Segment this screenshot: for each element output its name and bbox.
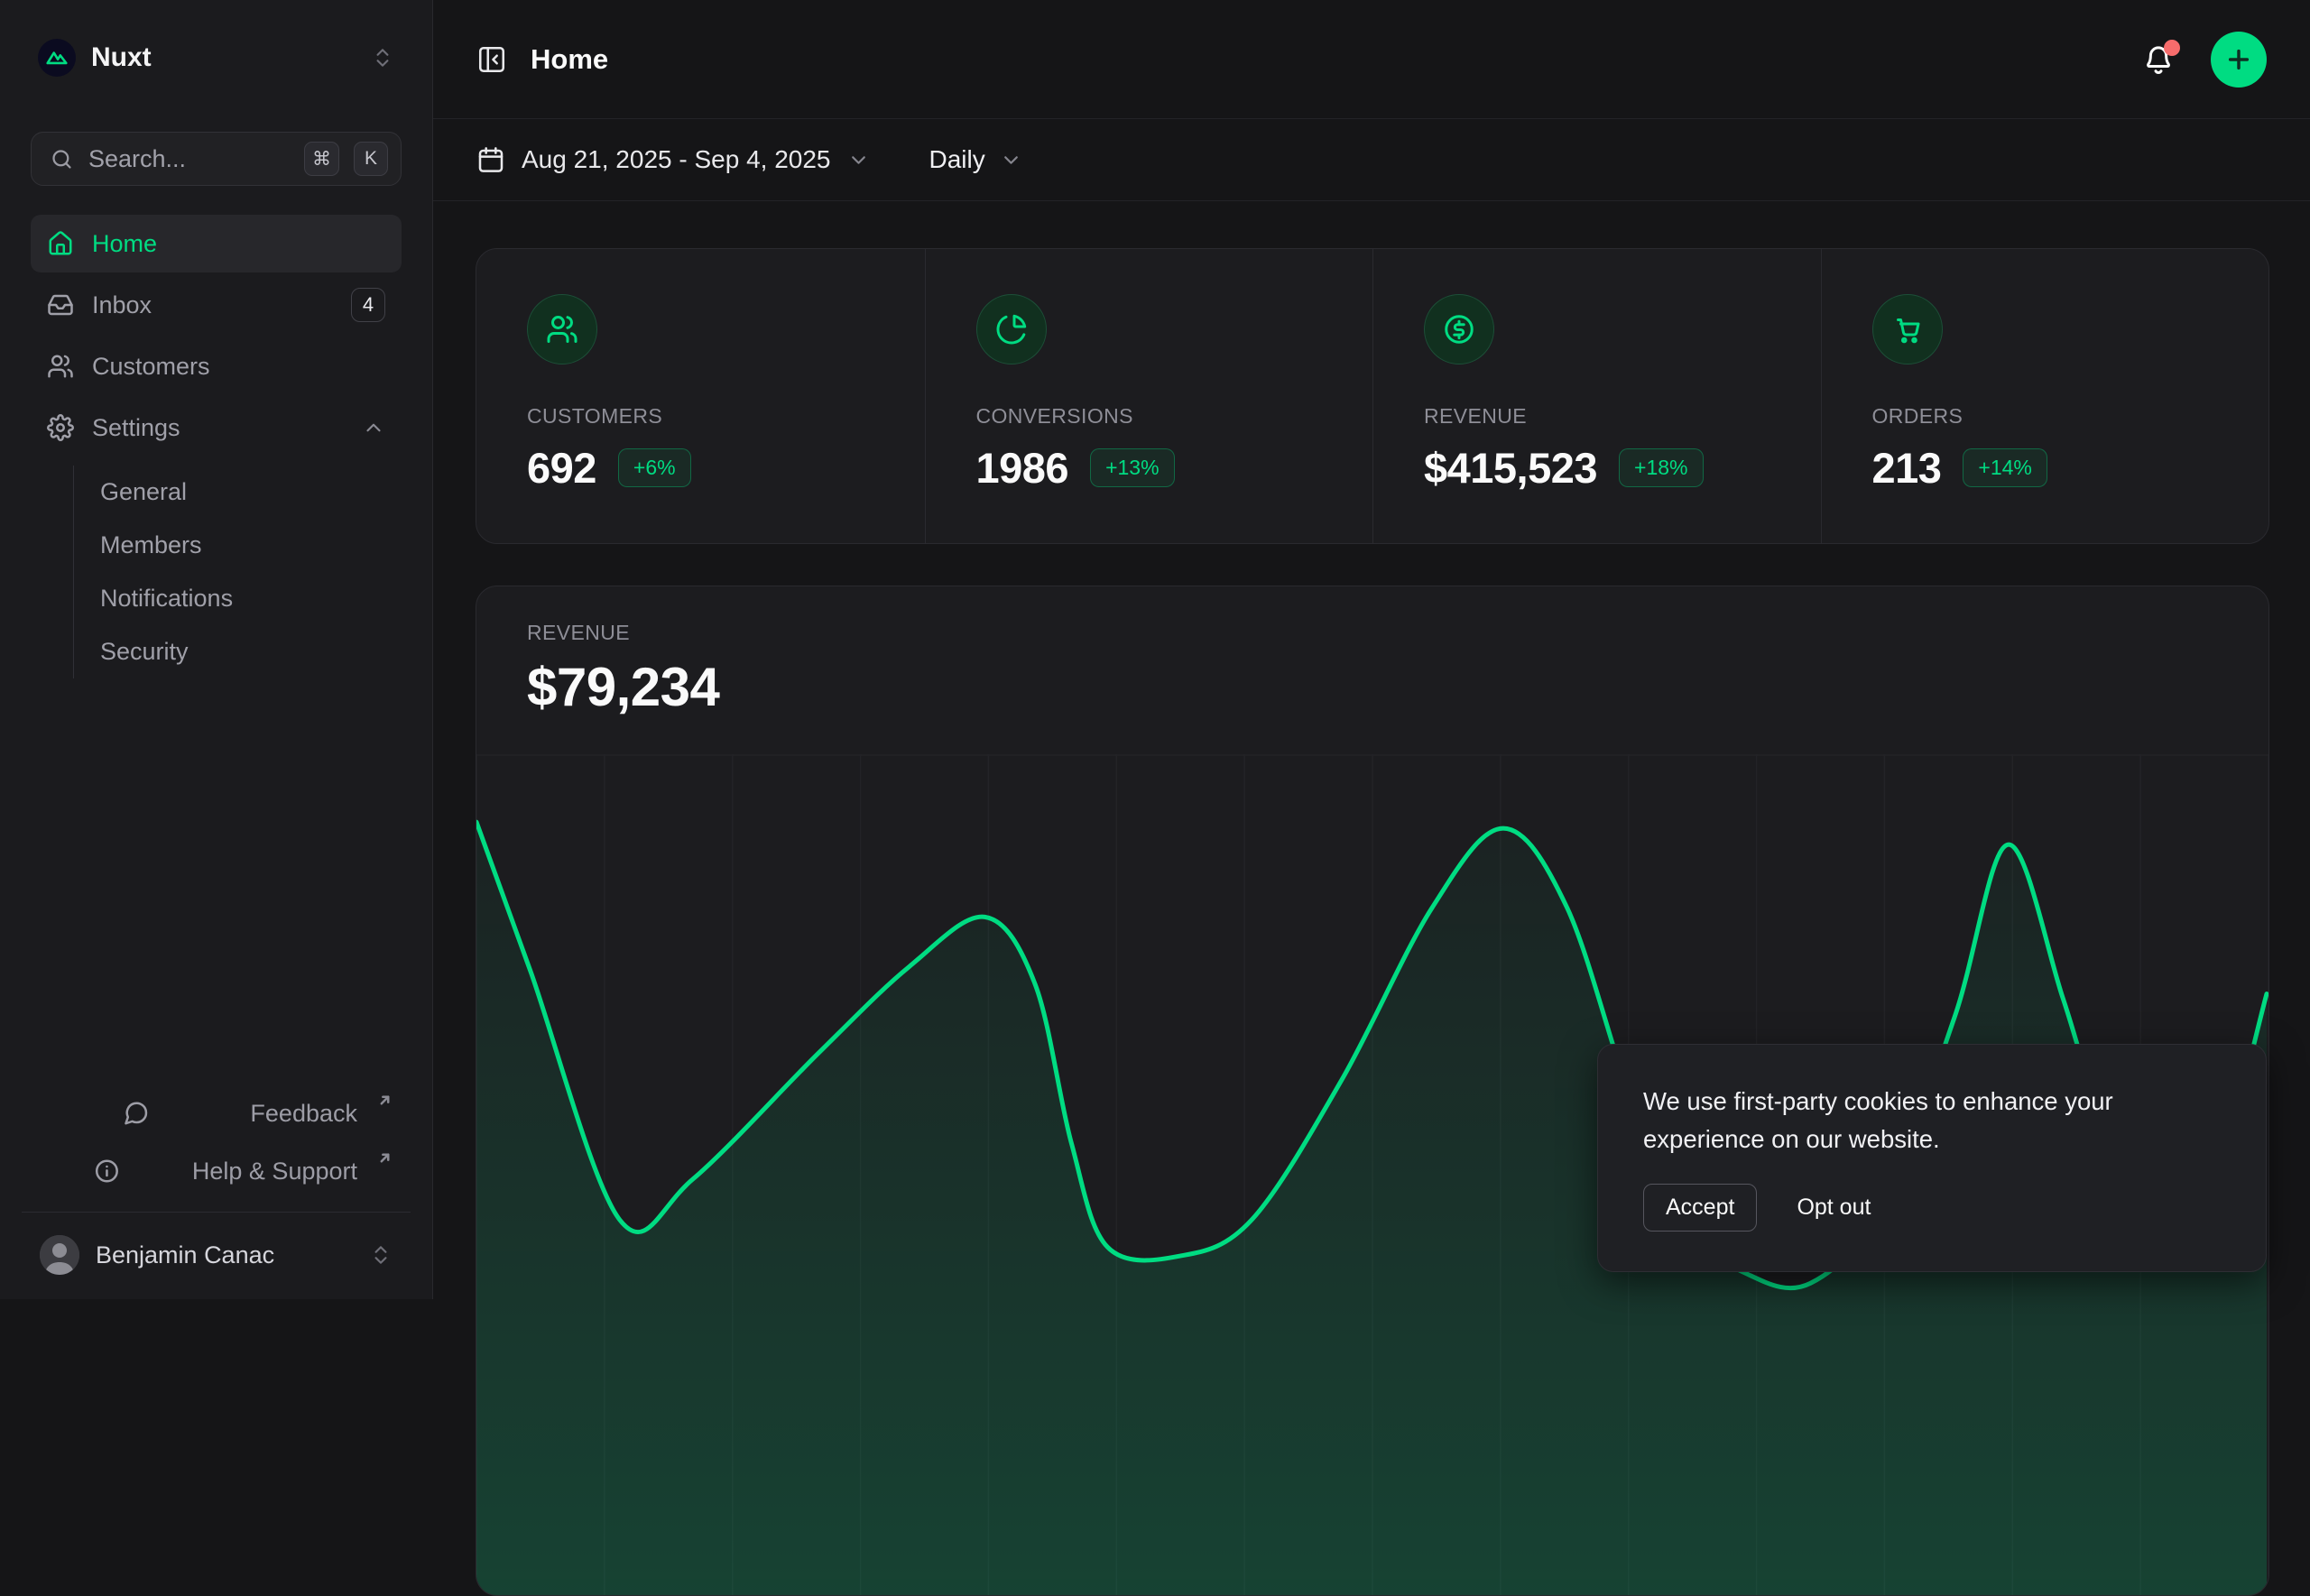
- stat-value: 213: [1872, 443, 1942, 493]
- user-name: Benjamin Canac: [96, 1241, 353, 1269]
- calendar-icon: [476, 145, 505, 174]
- stat-delta-badge: +14%: [1963, 448, 2047, 487]
- accept-button[interactable]: Accept: [1643, 1184, 1757, 1232]
- page-header: Home: [433, 0, 2310, 119]
- stat-value: 1986: [976, 443, 1069, 493]
- stat-value: 692: [527, 443, 596, 493]
- subnav-label: Security: [100, 638, 189, 666]
- external-link-icon: [377, 1150, 393, 1166]
- feedback-label: Feedback: [250, 1100, 357, 1128]
- subnav-label: Notifications: [100, 585, 233, 613]
- dashboard-content: CUSTOMERS 692 +6% CONVERSIONS 1986 +13%: [433, 201, 2310, 1299]
- revenue-chart-label: REVENUE: [527, 621, 2218, 645]
- subnav-label: Members: [100, 531, 202, 559]
- stats-row: CUSTOMERS 692 +6% CONVERSIONS 1986 +13%: [476, 248, 2269, 544]
- sidebar-item-label: Customers: [92, 353, 385, 381]
- sidebar-item-label: Home: [92, 230, 385, 258]
- external-link-icon: [377, 1093, 393, 1108]
- revenue-chart-header: REVENUE $79,234: [476, 586, 2268, 718]
- settings-subnav: General Members Notifications Security: [73, 466, 402, 678]
- sidebar-item-label: Settings: [92, 414, 344, 442]
- stat-card-conversions[interactable]: CONVERSIONS 1986 +13%: [925, 249, 1373, 543]
- message-circle-icon: [40, 1100, 232, 1127]
- sidebar-item-label: Inbox: [92, 291, 333, 319]
- sidebar-item-settings[interactable]: Settings: [31, 399, 402, 457]
- inbox-count-badge: 4: [351, 288, 385, 322]
- search-placeholder: Search...: [88, 145, 290, 173]
- stat-label: ORDERS: [1872, 404, 2219, 429]
- chevrons-up-down-icon: [371, 46, 394, 69]
- date-range-picker[interactable]: Aug 21, 2025 - Sep 4, 2025: [476, 145, 870, 174]
- help-support-link[interactable]: Help & Support: [31, 1147, 402, 1195]
- chevron-down-icon: [847, 149, 870, 171]
- sidebar-divider: [22, 1212, 411, 1213]
- sidebar-nav: Home Inbox 4 Customers Settings General …: [31, 215, 402, 678]
- main-panel: Home Aug 21, 2025 - Sep 4, 2025 Daily: [433, 0, 2310, 1299]
- users-icon: [47, 353, 74, 380]
- notification-dot: [2164, 40, 2180, 56]
- kbd-meta: ⌘: [304, 142, 339, 176]
- search-icon: [50, 147, 74, 171]
- sidebar-footer-links: Feedback Help & Support: [31, 1089, 402, 1212]
- granularity-value: Daily: [929, 145, 985, 174]
- users-icon: [527, 294, 597, 364]
- stat-card-customers[interactable]: CUSTOMERS 692 +6%: [476, 249, 925, 543]
- sidebar-item-notifications[interactable]: Notifications: [100, 572, 402, 625]
- inbox-icon: [47, 291, 74, 318]
- cookie-actions: Accept Opt out: [1643, 1184, 2221, 1232]
- add-button[interactable]: [2211, 32, 2267, 88]
- cookie-message: We use first-party cookies to enhance yo…: [1643, 1083, 2221, 1158]
- nuxt-logo-icon: [38, 39, 76, 77]
- stat-delta-badge: +13%: [1090, 448, 1174, 487]
- date-range-value: Aug 21, 2025 - Sep 4, 2025: [522, 145, 831, 174]
- panel-left-close-icon: [476, 44, 507, 75]
- brand-name: Nuxt: [91, 42, 356, 73]
- dollar-circle-icon: [1424, 294, 1494, 364]
- revenue-chart-value: $79,234: [527, 656, 2218, 718]
- subnav-label: General: [100, 478, 187, 506]
- stat-label: REVENUE: [1424, 404, 1770, 429]
- sidebar-collapse-button[interactable]: [476, 44, 507, 75]
- chevron-down-icon: [1000, 149, 1022, 171]
- page-title: Home: [531, 43, 608, 76]
- header-actions: [2142, 32, 2267, 88]
- cookie-consent-toast: We use first-party cookies to enhance yo…: [1597, 1044, 2267, 1272]
- sidebar-item-customers[interactable]: Customers: [31, 337, 402, 395]
- stat-card-revenue[interactable]: REVENUE $415,523 +18%: [1372, 249, 1821, 543]
- sidebar-item-general[interactable]: General: [100, 466, 402, 519]
- kbd-k: K: [354, 142, 388, 176]
- sidebar-item-members[interactable]: Members: [100, 519, 402, 572]
- granularity-select[interactable]: Daily: [929, 145, 1022, 174]
- plus-icon: [2224, 45, 2253, 74]
- help-support-label: Help & Support: [192, 1158, 357, 1185]
- sidebar: Nuxt Search... ⌘ K Home Inbox 4 Customer…: [0, 0, 433, 1299]
- stat-delta-badge: +18%: [1619, 448, 1703, 487]
- stat-value: $415,523: [1424, 443, 1597, 493]
- sidebar-spacer: [31, 678, 402, 1089]
- home-icon: [47, 230, 74, 257]
- stat-card-orders[interactable]: ORDERS 213 +14%: [1821, 249, 2269, 543]
- avatar: [40, 1235, 79, 1275]
- stat-label: CUSTOMERS: [527, 404, 874, 429]
- stat-delta-badge: +6%: [618, 448, 691, 487]
- feedback-link[interactable]: Feedback: [31, 1089, 402, 1138]
- workspace-switcher[interactable]: Nuxt: [31, 22, 402, 94]
- sidebar-item-inbox[interactable]: Inbox 4: [31, 276, 402, 334]
- user-menu[interactable]: Benjamin Canac: [31, 1225, 402, 1285]
- gear-icon: [47, 414, 74, 441]
- opt-out-button[interactable]: Opt out: [1797, 1185, 1871, 1231]
- filters-toolbar: Aug 21, 2025 - Sep 4, 2025 Daily: [433, 119, 2310, 201]
- sidebar-item-security[interactable]: Security: [100, 625, 402, 678]
- stat-label: CONVERSIONS: [976, 404, 1323, 429]
- search-input[interactable]: Search... ⌘ K: [31, 132, 402, 186]
- sidebar-item-home[interactable]: Home: [31, 215, 402, 272]
- info-circle-icon: [40, 1158, 174, 1185]
- chevrons-up-down-icon: [369, 1243, 393, 1267]
- cart-icon: [1872, 294, 1943, 364]
- notifications-button[interactable]: [2142, 43, 2175, 76]
- chevron-up-icon: [362, 416, 385, 439]
- pie-chart-icon: [976, 294, 1047, 364]
